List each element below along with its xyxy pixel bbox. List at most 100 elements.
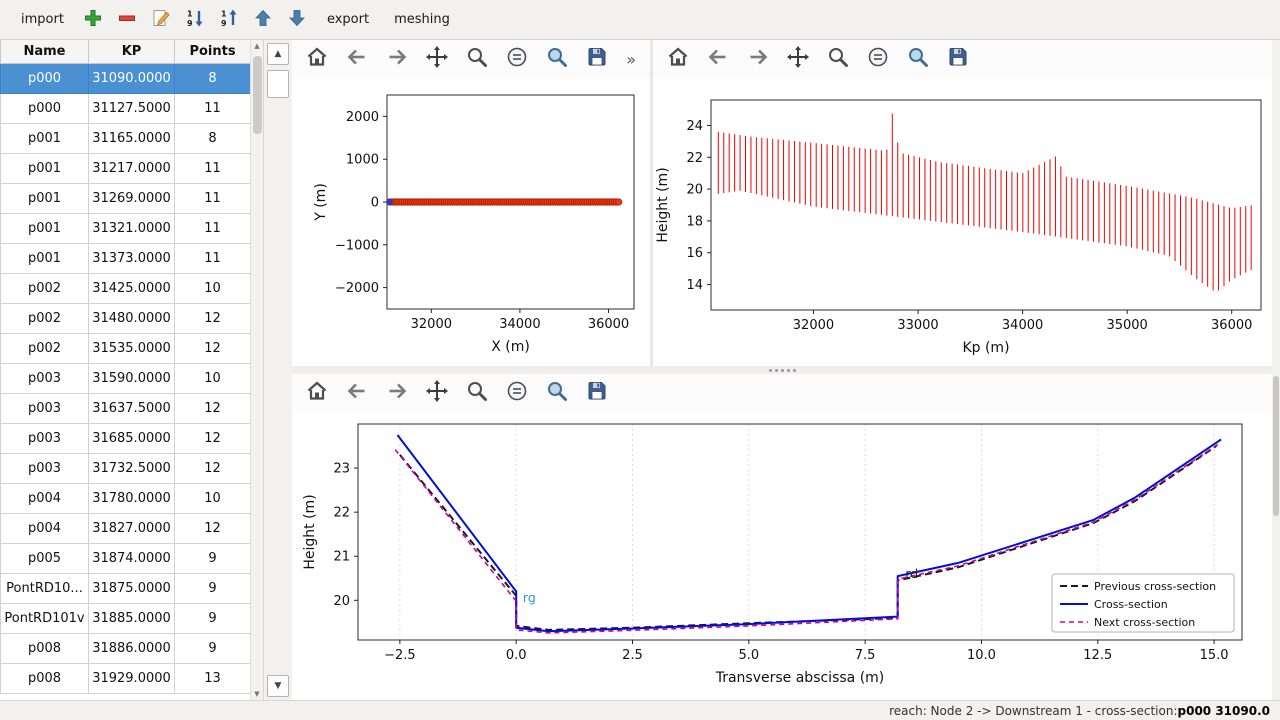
move-down-button[interactable] xyxy=(284,6,311,33)
svg-text:Kp (m): Kp (m) xyxy=(962,340,1009,356)
home-button[interactable] xyxy=(663,44,693,74)
zoom-icon xyxy=(826,45,850,73)
zoom-button[interactable] xyxy=(462,44,492,74)
right-scrollbar[interactable] xyxy=(1272,40,1280,700)
table-scroll-down-icon[interactable]: ▼ xyxy=(251,690,263,698)
cross-sections-table-body: p00031090.00008p00031127.500011p00131165… xyxy=(1,63,251,693)
table-cell: p003 xyxy=(1,453,89,483)
panel-scrollbar: ▲ ▼ xyxy=(264,40,292,700)
forward-button[interactable] xyxy=(743,44,773,74)
back-button[interactable] xyxy=(342,44,372,74)
sort-ascending-button[interactable]: 19 xyxy=(216,6,243,33)
forward-button[interactable] xyxy=(382,44,412,74)
save-button[interactable] xyxy=(582,378,612,408)
back-button[interactable] xyxy=(342,378,372,408)
table-row[interactable]: PontRD10...31875.00009 xyxy=(1,573,251,603)
subplots-icon xyxy=(505,379,529,407)
table-cell: p002 xyxy=(1,273,89,303)
table-row[interactable]: p00831929.000013 xyxy=(1,663,251,693)
svg-text:34000: 34000 xyxy=(499,317,540,332)
move-up-button[interactable] xyxy=(250,6,277,33)
customize-button[interactable] xyxy=(542,378,572,408)
save-icon xyxy=(585,45,609,73)
cross-section-plot[interactable]: −2.50.02.55.07.510.012.515.020212223Tran… xyxy=(292,412,1272,698)
home-button[interactable] xyxy=(302,44,332,74)
table-row[interactable]: p00131373.000011 xyxy=(1,243,251,273)
zoom-button[interactable] xyxy=(823,44,853,74)
pan-button[interactable] xyxy=(422,378,452,408)
svg-text:23: 23 xyxy=(333,462,350,477)
kp-height-plot[interactable]: 3200033000340003500036000141618202224Kp … xyxy=(653,78,1272,366)
xy-plot[interactable]: 320003400036000−2000−1000010002000X (m)Y… xyxy=(292,78,650,366)
edit-button[interactable] xyxy=(148,6,175,33)
column-header-points[interactable]: Points xyxy=(175,40,251,63)
remove-button[interactable] xyxy=(114,6,141,33)
table-row[interactable]: p00331590.000010 xyxy=(1,363,251,393)
table-row[interactable]: p00031127.500011 xyxy=(1,93,251,123)
svg-text:16: 16 xyxy=(686,246,703,261)
table-row[interactable]: p00231480.000012 xyxy=(1,303,251,333)
table-row[interactable]: p00831886.00009 xyxy=(1,633,251,663)
pan-button[interactable] xyxy=(422,44,452,74)
table-cell: p001 xyxy=(1,213,89,243)
table-cell: 11 xyxy=(175,183,251,213)
table-scrollbar[interactable]: ▲ ▼ xyxy=(250,40,264,700)
table-scroll-up-icon[interactable]: ▲ xyxy=(251,42,263,50)
column-header-name[interactable]: Name xyxy=(1,40,89,63)
table-row[interactable]: p00331685.000012 xyxy=(1,423,251,453)
panel-scrollbar-track[interactable] xyxy=(267,68,289,672)
table-row[interactable]: p00231425.000010 xyxy=(1,273,251,303)
home-button[interactable] xyxy=(302,378,332,408)
forward-button[interactable] xyxy=(382,378,412,408)
splitter-handle[interactable] xyxy=(292,366,1272,374)
save-icon xyxy=(585,379,609,407)
import-button[interactable]: import xyxy=(12,8,73,31)
table-cell: 31425.0000 xyxy=(89,273,175,303)
table-row[interactable]: p00131165.00008 xyxy=(1,123,251,153)
panel-scroll-down-button[interactable]: ▼ xyxy=(267,675,289,697)
table-row[interactable]: p00331637.500012 xyxy=(1,393,251,423)
save-button[interactable] xyxy=(943,44,973,74)
table-cell: 31127.5000 xyxy=(89,93,175,123)
meshing-button[interactable]: meshing xyxy=(385,8,459,31)
export-button[interactable]: export xyxy=(318,8,378,31)
plan-view-figure: » 320003400036000−2000−1000010002000X (m… xyxy=(292,40,650,366)
zoom-button[interactable] xyxy=(462,378,492,408)
table-cell: 31373.0000 xyxy=(89,243,175,273)
save-button[interactable] xyxy=(582,44,612,74)
table-row[interactable]: p00331732.500012 xyxy=(1,453,251,483)
subplots-button[interactable] xyxy=(863,44,893,74)
table-row[interactable]: p00431827.000012 xyxy=(1,513,251,543)
panel-scroll-up-button[interactable]: ▲ xyxy=(267,43,289,65)
svg-text:32000: 32000 xyxy=(793,318,834,333)
top-plots-row: » 320003400036000−2000−1000010002000X (m… xyxy=(292,40,1272,366)
table-cell: 31874.0000 xyxy=(89,543,175,573)
table-row[interactable]: p00131217.000011 xyxy=(1,153,251,183)
table-cell: 31875.0000 xyxy=(89,573,175,603)
right-scrollbar-thumb[interactable] xyxy=(1273,376,1279,516)
table-row[interactable]: p00531874.00009 xyxy=(1,543,251,573)
back-button[interactable] xyxy=(703,44,733,74)
pan-button[interactable] xyxy=(783,44,813,74)
sort-descending-button[interactable]: 19 xyxy=(182,6,209,33)
svg-text:9: 9 xyxy=(221,19,227,28)
table-cell: 31165.0000 xyxy=(89,123,175,153)
table-row[interactable]: p00031090.00008 xyxy=(1,63,251,93)
table-row[interactable]: p00131269.000011 xyxy=(1,183,251,213)
column-header-kp[interactable]: KP xyxy=(89,40,175,63)
subplots-button[interactable] xyxy=(502,378,532,408)
subplots-button[interactable] xyxy=(502,44,532,74)
svg-text:Height (m): Height (m) xyxy=(655,167,671,242)
back-icon xyxy=(706,45,730,73)
panel-scrollbar-thumb[interactable] xyxy=(267,70,289,98)
toolbar-overflow-chevron[interactable]: » xyxy=(626,50,640,69)
customize-button[interactable] xyxy=(903,44,933,74)
table-row[interactable]: PontRD101v31885.00009 xyxy=(1,603,251,633)
add-button[interactable] xyxy=(80,6,107,33)
table-scrollbar-thumb[interactable] xyxy=(253,56,262,134)
table-row[interactable]: p00131321.000011 xyxy=(1,213,251,243)
svg-text:32000: 32000 xyxy=(411,317,452,332)
table-row[interactable]: p00231535.000012 xyxy=(1,333,251,363)
table-row[interactable]: p00431780.000010 xyxy=(1,483,251,513)
customize-button[interactable] xyxy=(542,44,572,74)
